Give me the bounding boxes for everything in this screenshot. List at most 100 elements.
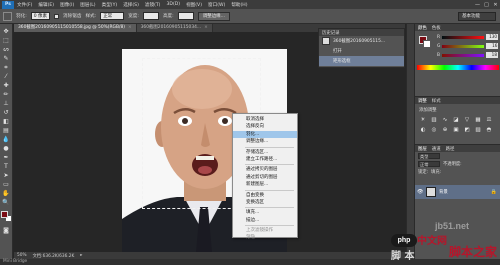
panel-collapse-strip[interactable] bbox=[406, 24, 414, 259]
color-swatches[interactable] bbox=[0, 211, 12, 223]
threshold-icon[interactable]: ◓ bbox=[485, 127, 493, 134]
antialias-checkbox[interactable] bbox=[54, 13, 60, 19]
context-menu-item[interactable]: 调整边缘... bbox=[233, 138, 297, 145]
menu-item[interactable]: 帮助(H) bbox=[231, 2, 247, 8]
brightness-icon[interactable]: ☀ bbox=[419, 117, 427, 124]
tab-channels[interactable]: 通道 bbox=[432, 146, 441, 152]
context-menu-item[interactable]: 自由变换 bbox=[233, 192, 297, 199]
blue-value[interactable]: 18 bbox=[486, 52, 499, 58]
curves-icon[interactable]: ∿ bbox=[441, 117, 449, 124]
crop-tool-icon[interactable]: ⌗ bbox=[1, 64, 11, 72]
menu-item[interactable]: 图像(I) bbox=[60, 2, 74, 8]
lock-icon[interactable]: 🔒 bbox=[491, 189, 497, 195]
style-select[interactable]: 正常 bbox=[100, 12, 125, 20]
healing-brush-tool-icon[interactable]: ✚ bbox=[1, 82, 11, 90]
menu-item[interactable]: 文件(F) bbox=[17, 2, 32, 8]
layer-name[interactable]: 背景 bbox=[439, 189, 448, 195]
color-spectrum-ramp[interactable] bbox=[417, 65, 499, 70]
feather-input[interactable]: 0 像素 bbox=[30, 12, 51, 20]
menu-item[interactable]: 3D(D) bbox=[166, 2, 180, 8]
hand-tool-icon[interactable]: ✋ bbox=[1, 190, 11, 198]
status-arrow-icon[interactable]: ▸ bbox=[80, 253, 82, 258]
refine-edge-button[interactable]: 调整边缘... bbox=[197, 11, 230, 21]
blur-tool-icon[interactable]: 💧 bbox=[1, 136, 11, 144]
photo-filter-icon[interactable]: ◎ bbox=[430, 127, 438, 134]
rectangular-marquee-icon[interactable] bbox=[3, 11, 12, 21]
color-lookup-icon[interactable]: ▣ bbox=[452, 127, 460, 134]
visibility-eye-icon[interactable]: 👁 bbox=[417, 189, 423, 195]
history-item[interactable]: 矩形选框 bbox=[319, 56, 404, 66]
exposure-icon[interactable]: ◪ bbox=[452, 117, 460, 124]
tab-adjustments[interactable]: 调整 bbox=[418, 98, 427, 104]
context-menu-item[interactable]: 羽化... bbox=[233, 130, 297, 139]
channel-mixer-icon[interactable]: ⊕ bbox=[441, 127, 449, 134]
brush-tool-icon[interactable]: ✏ bbox=[1, 91, 11, 99]
context-menu-item[interactable]: 通过拷贝的图层 bbox=[233, 166, 297, 173]
document-tab[interactable]: 360截图20160905115034... × bbox=[136, 24, 213, 32]
workspace-select[interactable]: 基本功能 bbox=[458, 12, 496, 21]
width-input[interactable] bbox=[142, 12, 159, 20]
menu-item[interactable]: 类型(Y) bbox=[102, 2, 118, 8]
eyedropper-tool-icon[interactable]: ⁄ bbox=[1, 73, 11, 81]
quick-select-tool-icon[interactable]: ✎ bbox=[1, 55, 11, 63]
type-tool-icon[interactable]: T bbox=[1, 163, 11, 171]
context-menu-item[interactable]: 通过剪切的图层 bbox=[233, 174, 297, 181]
shape-tool-icon[interactable]: ▭ bbox=[1, 181, 11, 189]
levels-icon[interactable]: ▥ bbox=[430, 117, 438, 124]
red-value[interactable]: 130 bbox=[486, 34, 499, 40]
pen-tool-icon[interactable]: ✒ bbox=[1, 154, 11, 162]
tab-styles[interactable]: 样式 bbox=[432, 98, 441, 104]
lasso-tool-icon[interactable]: ᔕ bbox=[1, 46, 11, 54]
black-white-icon[interactable]: ◐ bbox=[419, 127, 427, 134]
tab-swatches[interactable]: 色板 bbox=[432, 25, 441, 31]
marquee-tool-icon[interactable]: ⬚ bbox=[1, 37, 11, 45]
context-menu-item[interactable]: 变换选区 bbox=[233, 199, 297, 206]
mini-bridge-bar[interactable]: Mini Bridge bbox=[0, 259, 500, 265]
context-menu-item[interactable]: 新建图层... bbox=[233, 181, 297, 188]
context-menu-item[interactable]: 填充... bbox=[233, 209, 297, 216]
context-menu-item[interactable]: 选择反向 bbox=[233, 123, 297, 130]
tab-color[interactable]: 颜色 bbox=[418, 25, 427, 31]
menu-item[interactable]: 视图(V) bbox=[186, 2, 202, 8]
dodge-tool-icon[interactable]: ● bbox=[1, 145, 11, 153]
layer-kind-select[interactable]: 类型 bbox=[418, 153, 440, 159]
maximize-icon[interactable]: □ bbox=[482, 2, 491, 8]
green-value[interactable]: 16 bbox=[486, 43, 499, 49]
vibrance-icon[interactable]: ▽ bbox=[463, 117, 471, 124]
context-menu-item[interactable]: 建立工作路径... bbox=[233, 156, 297, 163]
path-select-tool-icon[interactable]: ➤ bbox=[1, 172, 11, 180]
zoom-tool-icon[interactable]: 🔍 bbox=[1, 199, 11, 207]
menu-item[interactable]: 滤镜(T) bbox=[145, 2, 161, 8]
context-menu-item[interactable]: 描边... bbox=[233, 217, 297, 224]
menu-item[interactable]: 选择(S) bbox=[123, 2, 139, 8]
tab-layers[interactable]: 图层 bbox=[418, 146, 427, 152]
history-brush-tool-icon[interactable]: ↺ bbox=[1, 109, 11, 117]
context-menu-item[interactable]: 取消选择 bbox=[233, 116, 297, 123]
context-menu-item[interactable]: 存储选区... bbox=[233, 149, 297, 156]
close-icon[interactable]: ✕ bbox=[491, 2, 500, 8]
quick-mask-icon[interactable]: ◙ bbox=[1, 227, 11, 235]
height-input[interactable] bbox=[177, 12, 194, 20]
minimize-icon[interactable]: — bbox=[473, 2, 482, 8]
history-item[interactable]: 360截图20160905115... bbox=[319, 36, 404, 46]
color-balance-icon[interactable]: ⚖ bbox=[485, 117, 493, 124]
move-tool-icon[interactable]: ✥ bbox=[1, 28, 11, 36]
close-tab-icon[interactable]: × bbox=[204, 25, 208, 30]
tab-paths[interactable]: 路径 bbox=[446, 146, 455, 152]
menu-item[interactable]: 窗口(W) bbox=[208, 2, 225, 8]
document-tab[interactable]: 360截图20160905115010558.jpg @ 50%(RGB/8) × bbox=[14, 24, 137, 32]
close-tab-icon[interactable]: × bbox=[128, 25, 132, 30]
history-item[interactable]: 打开 bbox=[319, 46, 404, 56]
clone-stamp-tool-icon[interactable]: ⊥ bbox=[1, 100, 11, 108]
posterize-icon[interactable]: ▨ bbox=[474, 127, 482, 134]
layer-row-background[interactable]: 👁 背景 🔒 bbox=[415, 185, 500, 199]
foreground-color-swatch[interactable] bbox=[0, 211, 8, 218]
gradient-tool-icon[interactable]: ▤ bbox=[1, 127, 11, 135]
red-slider[interactable] bbox=[442, 35, 485, 39]
menu-item[interactable]: 编辑(E) bbox=[38, 2, 54, 8]
zoom-level[interactable]: 50% bbox=[17, 253, 27, 258]
blend-mode-select[interactable]: 正常 bbox=[418, 161, 440, 167]
green-slider[interactable] bbox=[442, 44, 485, 48]
invert-icon[interactable]: ◩ bbox=[463, 127, 471, 134]
color-panel-bg-swatch[interactable] bbox=[423, 40, 431, 48]
